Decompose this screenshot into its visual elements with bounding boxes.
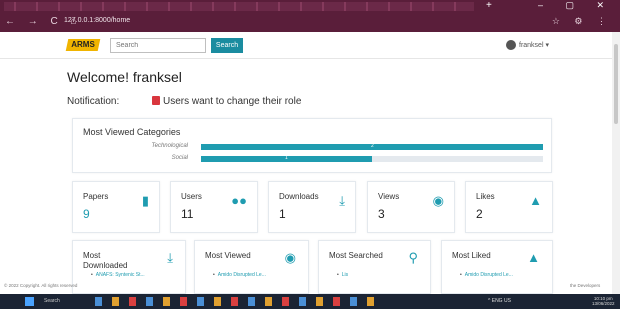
thumbs-up-icon: ▲ (527, 250, 540, 265)
taskbar-app-icons[interactable] (95, 297, 375, 306)
category-bar: Technological 2 (73, 142, 551, 152)
stat-value: 1 (279, 207, 286, 221)
notification-icon (152, 96, 160, 105)
notification-text: Users want to change their role (163, 96, 302, 107)
most-title: Most Liked (452, 251, 491, 260)
category-label: Social (171, 155, 188, 161)
download-icon: ⤓ (339, 193, 345, 208)
category-track: 2 (201, 143, 543, 150)
logo-text: ARMS (71, 40, 95, 49)
users-icon: ●● (231, 193, 247, 208)
category-track: 1 (201, 155, 543, 162)
most-item-link[interactable]: Amido Disrupted Le... (460, 272, 513, 278)
stat-name: Views (378, 192, 400, 201)
search-icon: ⚲ (408, 250, 418, 265)
most-item-link[interactable]: ANAFS: Syntenic St... (91, 272, 145, 278)
taskbar-clock[interactable]: 10:10 pm 13/06/2022 (592, 296, 615, 306)
search-input[interactable] (110, 38, 206, 53)
url-field[interactable]: 127.0.0.1:8000/home (64, 17, 130, 24)
notification-label: Notification: (67, 96, 120, 107)
eye-icon: ◉ (284, 250, 296, 265)
most-viewed-card: Most Viewed ◉ Amido Disrupted Le... (194, 240, 309, 294)
windows-start-icon[interactable] (25, 297, 34, 306)
taskbar-search[interactable]: Search (44, 298, 60, 304)
most-item-link[interactable]: Amido Disrupted Le... (213, 272, 266, 278)
user-menu[interactable]: franksel ▾ (506, 40, 549, 50)
stat-value: 2 (476, 207, 483, 221)
most-searched-card: Most Searched ⚲ Lis (318, 240, 431, 294)
app-logo[interactable]: ARMS (65, 39, 101, 51)
browser-address-bar: ← → C ⌂ 127.0.0.1:8000/home ☆ ⚙ ⋮ (0, 13, 620, 32)
browser-tabs[interactable] (4, 2, 474, 11)
stat-card-papers[interactable]: Papers 9 ▮ (72, 181, 160, 233)
eye-icon: ◉ (432, 193, 444, 208)
most-downloaded-card: Most Downloaded ⤓ ANAFS: Syntenic St... (72, 240, 186, 294)
stat-name: Papers (83, 192, 109, 201)
download-icon: ⤓ (167, 250, 173, 265)
thumbs-up-icon: ▲ (529, 193, 542, 208)
window-controls[interactable]: – ▢ ✕ (538, 0, 614, 11)
notification-link[interactable]: Users want to change their role (152, 96, 301, 107)
browser-toolbar-icons[interactable]: ☆ ⚙ ⋮ (552, 16, 612, 27)
windows-taskbar: Search ^ ENG US 10:10 pm 13/06/2022 (0, 294, 620, 309)
most-liked-card: Most Liked ▲ Amido Disrupted Le... (441, 240, 553, 294)
page-scrollbar[interactable] (612, 32, 620, 294)
category-bar: Social 1 (73, 154, 551, 164)
most-title: Most Searched (329, 251, 383, 260)
stat-value: 9 (83, 207, 90, 221)
stat-name: Users (181, 192, 202, 201)
system-tray[interactable]: ^ ENG US (488, 298, 511, 304)
footer-credit: the Developers (570, 283, 601, 288)
category-value: 1 (285, 155, 288, 161)
stat-value: 3 (378, 207, 385, 221)
categories-title: Most Viewed Categories (83, 127, 181, 137)
clock-date: 13/06/2022 (592, 301, 615, 306)
category-label: Technological (151, 143, 188, 149)
file-icon: ▮ (141, 193, 149, 208)
stat-name: Likes (476, 192, 495, 201)
category-value: 2 (371, 143, 374, 149)
stat-card-likes[interactable]: Likes 2 ▲ (465, 181, 553, 233)
new-tab-button[interactable]: + (486, 0, 492, 11)
stat-value: 11 (181, 207, 194, 221)
welcome-heading: Welcome! franksel (67, 69, 182, 85)
stat-card-users[interactable]: Users 11 ●● (170, 181, 258, 233)
stat-card-views[interactable]: Views 3 ◉ (367, 181, 455, 233)
most-viewed-categories-card: Most Viewed Categories Technological 2 S… (72, 118, 552, 173)
most-item-link[interactable]: Lis (337, 272, 348, 278)
most-title: Most Viewed (205, 251, 251, 260)
browser-tab-bar: + – ▢ ✕ (0, 0, 620, 13)
stat-card-downloads[interactable]: Downloads 1 ⤓ (268, 181, 356, 233)
search-button[interactable]: Search (211, 38, 243, 53)
stat-name: Downloads (279, 192, 319, 201)
footer-copyright: © 2022 Copyright. All rights reserved (4, 283, 78, 288)
avatar (506, 40, 516, 50)
most-title: Most Downloaded (83, 251, 128, 270)
scrollbar-thumb[interactable] (614, 44, 618, 124)
app-navbar: ARMS Search franksel ▾ (0, 32, 612, 59)
user-label: franksel ▾ (519, 41, 549, 49)
